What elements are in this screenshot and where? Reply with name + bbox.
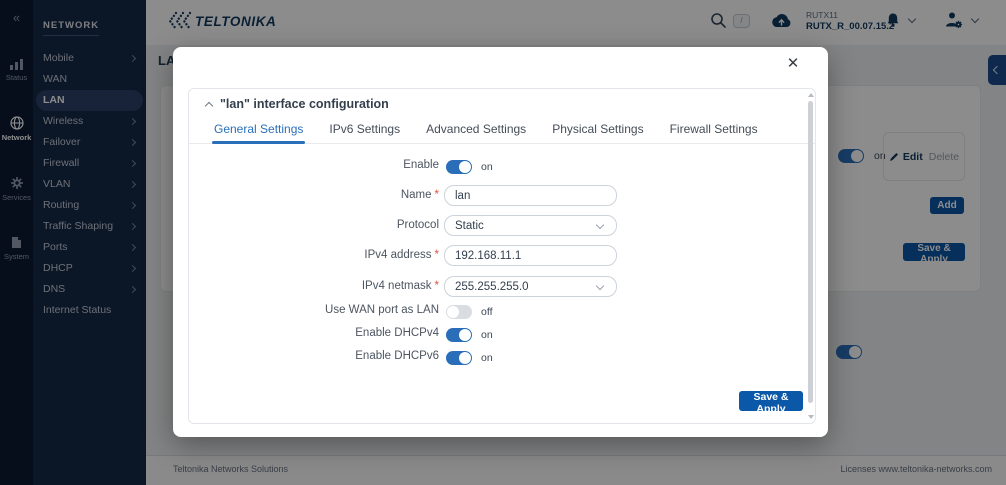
toggle-knob — [459, 161, 471, 173]
tab-firewall-settings[interactable]: Firewall Settings — [670, 116, 758, 143]
ipv4-netmask-select[interactable] — [444, 276, 617, 297]
close-icon[interactable]: ✕ — [784, 55, 802, 73]
enable-toggle[interactable] — [446, 160, 472, 174]
panel-title: "lan" interface configuration — [220, 97, 389, 111]
interface-configuration-modal: ✕ "lan" interface configuration General … — [173, 47, 828, 437]
toggle-state-label: on — [481, 352, 493, 364]
tab-ipv6-settings[interactable]: IPv6 Settings — [329, 116, 400, 143]
dhcpv6-toggle[interactable] — [446, 351, 472, 365]
field-label: IPv4 address — [364, 249, 431, 261]
required-marker: * — [435, 280, 439, 292]
tab-physical-settings[interactable]: Physical Settings — [552, 116, 643, 143]
collapse-chevron-icon — [205, 101, 213, 109]
dhcpv6-row: Enable DHCPv6 on — [189, 349, 815, 371]
field-label: IPv4 netmask — [362, 280, 432, 292]
toggle-knob — [459, 329, 471, 341]
toggle-knob — [459, 352, 471, 364]
ipv4-netmask-row: IPv4 netmask* — [189, 276, 815, 298]
name-row: Name* — [189, 185, 815, 207]
dhcpv4-row: Enable DHCPv4 on — [189, 326, 815, 348]
scrollbar-up-arrow[interactable] — [808, 93, 814, 97]
protocol-row: Protocol — [189, 215, 815, 237]
toggle-state-label: on — [481, 329, 493, 341]
app: TELTONIKA / RUTX11 RUTX_R_00.07.15.2 — [0, 0, 1006, 485]
toggle-state-label: on — [481, 161, 493, 173]
tab-advanced-settings[interactable]: Advanced Settings — [426, 116, 526, 143]
wan-as-lan-row: Use WAN port as LAN off — [189, 303, 815, 325]
field-label: Enable DHCPv6 — [189, 350, 439, 362]
scrollbar-down-arrow[interactable] — [808, 415, 814, 419]
enable-row: Enable on — [189, 158, 815, 180]
settings-tabs: General Settings IPv6 Settings Advanced … — [189, 116, 815, 144]
toggle-knob — [447, 306, 459, 318]
protocol-select[interactable] — [444, 215, 617, 236]
field-label: Use WAN port as LAN — [189, 304, 439, 316]
toggle-state-label: off — [481, 306, 492, 318]
field-label: Enable DHCPv4 — [189, 327, 439, 339]
wan-as-lan-toggle[interactable] — [446, 305, 472, 319]
required-marker: * — [435, 249, 439, 261]
required-marker: * — [435, 189, 439, 201]
name-input[interactable] — [444, 185, 617, 206]
scrollbar-thumb[interactable] — [808, 101, 813, 403]
field-label: Protocol — [189, 219, 439, 231]
dhcpv4-toggle[interactable] — [446, 328, 472, 342]
ipv4-address-row: IPv4 address * — [189, 245, 815, 267]
ipv4-address-input[interactable] — [444, 245, 617, 266]
field-label: Enable — [189, 159, 439, 171]
panel-title-row[interactable]: "lan" interface configuration — [206, 97, 389, 111]
tab-general-settings[interactable]: General Settings — [214, 116, 303, 143]
configuration-panel: "lan" interface configuration General Se… — [188, 88, 816, 424]
modal-save-apply-button[interactable]: Save & Apply — [739, 391, 803, 411]
field-label: Name — [401, 189, 432, 201]
